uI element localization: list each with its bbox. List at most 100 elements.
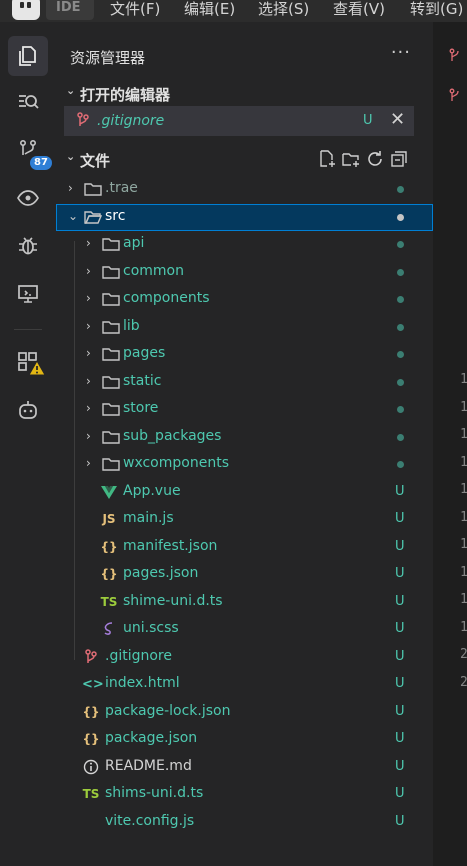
tree-folder-row[interactable]: › .trae	[56, 176, 433, 203]
tree-item-label: pages	[123, 345, 166, 361]
chevron-right-icon[interactable]: ›	[86, 429, 91, 443]
remote-icon[interactable]	[8, 274, 48, 314]
tree-item-label: shims-uni.d.ts	[105, 785, 204, 801]
git-status-dot	[397, 323, 404, 331]
tree-folder-row[interactable]: › common	[56, 259, 433, 286]
activity-bar: 87	[0, 22, 56, 866]
chevron-right-icon[interactable]: ›	[68, 181, 73, 195]
source-control-icon[interactable]: 87	[8, 130, 52, 170]
git-status-dot	[397, 461, 404, 468]
tree-folder-row[interactable]: › static	[56, 369, 433, 396]
tree-item-label: api	[123, 235, 145, 251]
debug-icon[interactable]	[8, 226, 48, 266]
menu-file[interactable]: 文件(F)	[110, 0, 160, 18]
ts-file-icon: TS	[82, 787, 100, 801]
git-status-badge: U	[363, 113, 373, 128]
folder-icon	[102, 346, 120, 362]
tree-item-label: package-lock.json	[105, 702, 231, 719]
folder-open-icon	[84, 209, 103, 225]
source-control-badge: 87	[30, 156, 52, 170]
folder-icon	[102, 264, 120, 280]
app-logo-icon[interactable]	[12, 0, 40, 20]
git-status-badge: U	[395, 621, 405, 636]
line-number: 1	[460, 537, 467, 552]
git-file-icon	[449, 88, 459, 101]
refresh-icon[interactable]	[366, 150, 385, 168]
ai-assistant-icon[interactable]	[8, 390, 48, 430]
git-status-badge: U	[395, 813, 405, 829]
tree-file-row[interactable]: vite.config.js U	[56, 809, 433, 836]
info-icon	[82, 759, 100, 775]
tree-folder-row[interactable]: › sub_packages	[56, 424, 433, 451]
tree-folder-row[interactable]: › components	[56, 286, 433, 313]
open-editor-name: .gitignore	[97, 113, 165, 129]
tree-folder-row[interactable]: › wxcomponents	[56, 451, 433, 478]
tree-folder-row[interactable]: ⌄ src	[56, 203, 433, 231]
git-status-badge: U	[395, 511, 405, 526]
search-icon[interactable]	[8, 82, 48, 122]
folder-icon	[102, 236, 120, 252]
open-editor-item[interactable]: .gitignore U ✕	[64, 106, 414, 136]
tree-file-row[interactable]: App.vue U	[56, 479, 433, 506]
product-chip[interactable]: IDE	[46, 0, 94, 20]
tree-file-row[interactable]: TS shime-uni.d.ts U	[56, 589, 433, 616]
js-file-icon: JS	[102, 512, 116, 526]
folder-icon	[102, 456, 120, 472]
chevron-right-icon[interactable]: ›	[86, 346, 91, 360]
open-editors-header[interactable]: ⌄ 打开的编辑器	[56, 84, 433, 106]
git-status-badge: U	[395, 593, 405, 609]
git-status-badge: U	[395, 731, 405, 746]
chevron-right-icon[interactable]: ›	[86, 319, 91, 333]
collapse-all-icon[interactable]	[390, 150, 409, 168]
scss-file-icon	[100, 621, 118, 637]
tree-folder-row[interactable]: › pages	[56, 341, 433, 368]
menu-goto[interactable]: 转到(G)	[410, 0, 463, 18]
chevron-down-icon[interactable]: ⌄	[68, 209, 78, 223]
chevron-right-icon[interactable]: ›	[86, 236, 91, 250]
folder-icon	[102, 291, 120, 307]
tree-file-row[interactable]: {} package.json U	[56, 726, 433, 753]
line-number: 1	[460, 564, 467, 580]
tree-file-row[interactable]: TS shims-uni.d.ts U	[56, 781, 433, 808]
tree-folder-row[interactable]: › lib	[56, 314, 433, 341]
tree-file-row[interactable]: {} pages.json U	[56, 561, 433, 588]
line-number: 1	[460, 482, 467, 497]
warning-icon	[28, 360, 46, 376]
explorer-icon[interactable]	[8, 36, 48, 76]
tree-folder-row[interactable]: › api	[56, 231, 433, 258]
git-status-badge: U	[395, 758, 405, 774]
chevron-right-icon[interactable]: ›	[86, 401, 91, 415]
chevron-right-icon[interactable]: ›	[86, 291, 91, 305]
close-icon[interactable]: ✕	[390, 109, 405, 130]
git-status-dot	[397, 268, 404, 276]
more-actions-icon[interactable]: ···	[391, 42, 411, 63]
new-file-icon[interactable]	[318, 150, 337, 168]
git-file-icon	[77, 112, 89, 126]
git-status-dot	[397, 213, 404, 221]
chevron-right-icon[interactable]: ›	[86, 456, 91, 470]
vue-file-icon	[100, 484, 118, 500]
menu-edit[interactable]: 编辑(E)	[184, 0, 235, 18]
chevron-right-icon[interactable]: ›	[86, 374, 91, 388]
git-status-dot	[397, 433, 404, 441]
tree-file-row[interactable]: {} manifest.json U	[56, 534, 433, 561]
menu-selection[interactable]: 选择(S)	[258, 0, 309, 18]
tree-file-row[interactable]: .gitignore U	[56, 644, 433, 671]
tree-file-row[interactable]: <> index.html U	[56, 671, 433, 698]
preview-icon[interactable]	[8, 178, 48, 218]
chevron-right-icon[interactable]: ›	[86, 264, 91, 278]
tree-file-row[interactable]: README.md U	[56, 754, 433, 781]
tree-file-row[interactable]: {} package-lock.json U	[56, 699, 433, 726]
folder-icon	[102, 374, 120, 390]
folder-icon	[102, 319, 120, 335]
tree-file-row[interactable]: uni.scss U	[56, 616, 433, 643]
line-number: 1	[460, 592, 467, 607]
git-status-badge: U	[395, 538, 405, 554]
new-folder-icon[interactable]	[342, 150, 361, 168]
extensions-icon[interactable]	[8, 342, 48, 382]
json-file-icon: {}	[100, 539, 118, 554]
tree-file-row[interactable]: JS main.js U	[56, 506, 433, 533]
tree-folder-row[interactable]: › store	[56, 396, 433, 423]
menu-view[interactable]: 查看(V)	[333, 0, 385, 18]
tree-item-label: sub_packages	[123, 427, 222, 444]
